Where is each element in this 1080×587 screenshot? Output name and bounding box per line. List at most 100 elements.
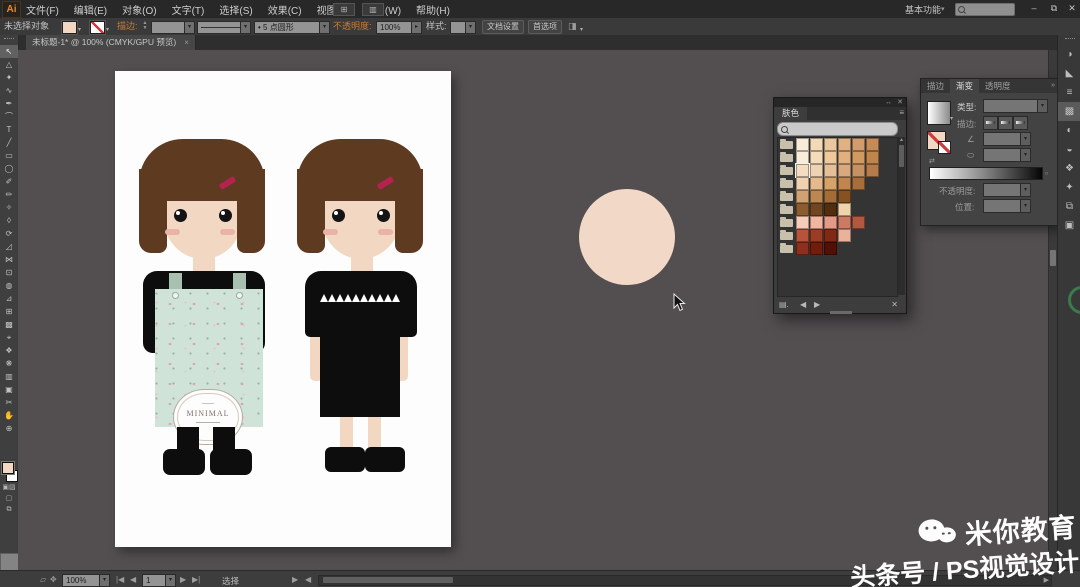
tool-perspective-grid-tool[interactable]: ⊿ (0, 292, 18, 305)
tool-hand-tool[interactable]: ✋ (0, 409, 18, 422)
menu-item[interactable]: 文件(F) (26, 2, 59, 17)
menu-item[interactable]: 对象(O) (122, 2, 156, 17)
color-mode-icons[interactable]: ▣▨ (0, 483, 18, 493)
swatch-folder-icon[interactable] (780, 154, 793, 162)
panel-resize-grip[interactable] (830, 311, 852, 314)
stroke-panel-icon[interactable]: ≡ (1058, 83, 1080, 102)
location-dropdown-icon[interactable]: ▾ (1020, 199, 1031, 213)
tool-shape-builder-tool[interactable]: ◍ (0, 279, 18, 292)
stroke-within-icon[interactable] (983, 116, 998, 130)
tool-eraser-tool[interactable]: ◊ (0, 214, 18, 227)
panel-tab-渐变[interactable]: 渐变 (950, 79, 979, 93)
document-tab[interactable]: 未标题-1* @ 100% (CMYK/GPU 预览)× (26, 35, 196, 50)
color-panel-icon[interactable]: ◑ (1058, 45, 1080, 64)
reverse-gradient-icon[interactable]: ⇄ (929, 157, 935, 165)
menu-item[interactable]: 文字(T) (172, 2, 205, 17)
swatch-libraries-icon[interactable]: ▤. (779, 298, 789, 311)
extra-options-dropdown-icon[interactable]: ▾ (580, 26, 583, 33)
layout-icon[interactable]: ▥ (362, 3, 384, 16)
color-swatch[interactable] (838, 138, 851, 151)
color-swatch[interactable] (852, 177, 865, 190)
tool-free-transform-tool[interactable]: ⊡ (0, 266, 18, 279)
color-swatch[interactable] (824, 190, 837, 203)
next-library-icon[interactable]: ▶ (814, 298, 820, 311)
color-swatch[interactable] (824, 151, 837, 164)
skin-swatches-tab[interactable]: 肤色 (774, 107, 807, 120)
fill-color-swatch[interactable] (62, 21, 77, 34)
workspace-dropdown-icon[interactable]: ▾ (941, 5, 945, 13)
color-swatch[interactable] (824, 229, 837, 242)
width-profile-field[interactable] (197, 21, 245, 34)
tool-zoom-tool[interactable]: ⊕ (0, 422, 18, 435)
brushes-panel-icon[interactable]: ❖ (1058, 159, 1080, 178)
brush-dropdown-icon[interactable]: ▾ (319, 21, 330, 34)
stroke-width-stepper[interactable]: ▲▼ (141, 21, 149, 32)
color-swatch[interactable] (852, 164, 865, 177)
panel-tab-描边[interactable]: 描边 (921, 79, 950, 93)
tool-shaper-tool[interactable]: ✧ (0, 201, 18, 214)
stroke-dropdown-icon[interactable]: ▾ (106, 26, 109, 33)
color-swatch[interactable] (796, 190, 809, 203)
gradient-slider[interactable] (929, 167, 1043, 180)
gradient-stroke-proxy[interactable] (938, 141, 951, 154)
menu-item[interactable]: 效果(C) (268, 2, 302, 17)
swatch-folder-icon[interactable] (780, 232, 793, 240)
swatch-search-input[interactable] (777, 122, 898, 136)
dock-grip[interactable] (1065, 38, 1075, 41)
color-swatch[interactable] (838, 229, 851, 242)
color-swatch[interactable] (866, 151, 879, 164)
tool-blend-tool[interactable]: ❖ (0, 344, 18, 357)
color-swatch[interactable] (852, 151, 865, 164)
color-swatch[interactable] (810, 151, 823, 164)
status-handle-icon[interactable]: ✥ (50, 575, 57, 584)
color-swatch[interactable] (810, 229, 823, 242)
workspace-switcher[interactable]: 基本功能 (905, 3, 941, 16)
color-swatch[interactable] (824, 138, 837, 151)
gradient-options-icon[interactable]: ▫ (1045, 168, 1048, 178)
color-swatch[interactable] (810, 138, 823, 151)
color-swatch[interactable] (838, 164, 851, 177)
color-swatch[interactable] (824, 216, 837, 229)
tool-direct-selection-tool[interactable]: △ (0, 58, 18, 71)
menu-item[interactable]: 选择(S) (219, 2, 252, 17)
color-guide-panel-icon[interactable]: ◣ (1058, 64, 1080, 83)
search-input[interactable] (955, 3, 1015, 16)
minimize-button[interactable]: – (1026, 2, 1042, 15)
swatch-folder-icon[interactable] (780, 206, 793, 214)
tool-magic-wand-tool[interactable]: ✦ (0, 71, 18, 84)
color-swatch[interactable] (824, 242, 837, 255)
color-swatch[interactable] (810, 242, 823, 255)
tool-line-tool[interactable]: ╱ (0, 136, 18, 149)
color-swatch[interactable] (796, 242, 809, 255)
location-field[interactable] (983, 199, 1021, 213)
color-swatch[interactable] (810, 203, 823, 216)
gradient-thumb-dropdown-icon[interactable]: ▾ (950, 115, 953, 122)
preferences-button[interactable]: 首选项 (528, 20, 562, 34)
tool-slice-tool[interactable]: ✂ (0, 396, 18, 409)
color-swatch[interactable] (810, 216, 823, 229)
stroke-along-icon[interactable] (998, 116, 1013, 130)
tool-pen-tool[interactable]: ✒ (0, 97, 18, 110)
tools-grip[interactable] (4, 38, 14, 41)
zoom-dropdown-icon[interactable]: ▾ (99, 574, 110, 587)
color-swatch[interactable] (796, 138, 809, 151)
tool-mesh-tool[interactable]: ⊞ (0, 305, 18, 318)
first-artboard-icon[interactable]: |◀ (116, 575, 124, 584)
tool-selection-tool[interactable]: ↖ (0, 45, 18, 58)
gradient-thumbnail[interactable] (927, 101, 951, 125)
gradient-opacity-dropdown-icon[interactable]: ▾ (1020, 183, 1031, 197)
artboard[interactable]: MINIMAL (115, 71, 451, 547)
color-swatch[interactable] (866, 138, 879, 151)
color-swatch[interactable] (838, 177, 851, 190)
tool-column-graph-tool[interactable]: ▥ (0, 370, 18, 383)
tool-rotate-tool[interactable]: ⟳ (0, 227, 18, 240)
tool-type-tool[interactable]: T (0, 123, 18, 136)
swatch-folder-icon[interactable] (780, 180, 793, 188)
color-swatch[interactable] (824, 177, 837, 190)
color-swatch[interactable] (810, 164, 823, 177)
color-swatch[interactable] (838, 203, 851, 216)
color-swatch[interactable] (796, 164, 809, 177)
scroll-up-icon[interactable]: ▲ (898, 137, 905, 143)
fill-dropdown-icon[interactable]: ▾ (78, 26, 81, 33)
color-swatch[interactable] (796, 177, 809, 190)
